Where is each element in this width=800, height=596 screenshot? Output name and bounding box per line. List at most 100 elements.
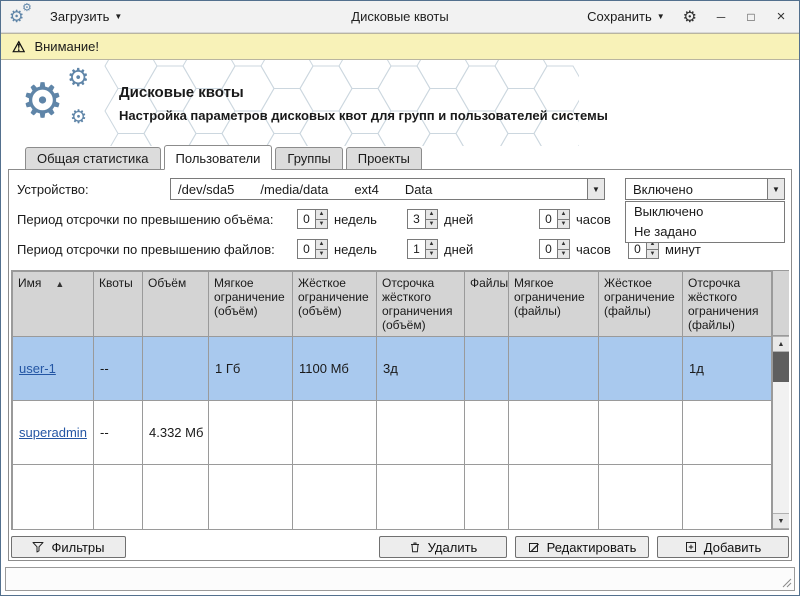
col-header-grace-volume[interactable]: Отсрочка жёсткого ограничения (объём) [377,272,465,337]
close-button[interactable]: × [771,8,791,25]
spin-down-icon[interactable]: ▼ [426,220,437,229]
table-row-superadmin[interactable]: superadmin -- 4.332 Мб [13,401,772,465]
user-link[interactable]: user-1 [19,361,56,376]
grace-volume-hours-spinner[interactable]: 0 ▲ ▼ [539,209,570,229]
spin-up-icon[interactable]: ▲ [558,240,569,250]
scrollbar-track[interactable] [773,382,789,513]
cell-name: superadmin [13,401,94,465]
scroll-up-button[interactable]: ▲ [773,336,789,352]
empty-cell [599,465,683,529]
spinner-value[interactable]: 0 [540,240,557,258]
cell [599,401,683,465]
col-header-files[interactable]: Файлы [465,272,509,337]
table-header-row: Имя▲ Квоты Объём Мягкое ограничение (объ… [13,272,772,337]
page-subtitle: Настройка параметров дисковых квот для г… [119,108,608,123]
quota-status-select[interactable]: Включено ▼ [625,178,785,200]
settings-gear-icon[interactable]: ⚙ [679,7,701,27]
tab-groups[interactable]: Группы [275,147,342,170]
gear-icon: ⚙ [70,108,87,127]
titlebar-right: Сохранить ▼ ⚙ ─ □ × [583,7,791,27]
spin-down-icon[interactable]: ▼ [558,250,569,259]
load-menu-button[interactable]: Загрузить ▼ [46,7,126,26]
device-fs: ext4 [354,182,379,197]
col-header-soft-volume[interactable]: Мягкое ограничение (объём) [209,272,293,337]
col-header-grace-files[interactable]: Отсрочка жёсткого ограничения (файлы) [683,272,772,337]
cell: 3д [377,337,465,401]
col-header-hard-volume[interactable]: Жёсткое ограничение (объём) [293,272,377,337]
chevron-down-icon[interactable]: ▼ [767,179,784,199]
empty-cell [143,465,209,529]
col-header-quotas[interactable]: Квоты [94,272,143,337]
spinner-value[interactable]: 0 [540,210,557,228]
spin-up-icon[interactable]: ▲ [558,210,569,220]
grace-files-days-spinner[interactable]: 1 ▲ ▼ [407,239,438,259]
col-header-soft-files[interactable]: Мягкое ограничение (файлы) [509,272,599,337]
cell [293,401,377,465]
option-disabled[interactable]: Выключено [626,202,784,222]
filters-button[interactable]: Фильтры [11,536,126,558]
spinner-value[interactable]: 1 [408,240,425,258]
empty-cell [209,465,293,529]
tab-users[interactable]: Пользователи [164,145,273,170]
trash-icon [409,541,421,553]
option-unset[interactable]: Не задано [626,222,784,242]
tab-projects[interactable]: Проекты [346,147,422,170]
gear-icon: ⚙ [67,66,89,91]
delete-button[interactable]: Удалить [379,536,507,558]
spin-up-icon[interactable]: ▲ [316,210,327,220]
col-header-volume[interactable]: Объём [143,272,209,337]
spin-down-icon[interactable]: ▼ [647,250,658,259]
load-menu-label: Загрузить [50,9,109,24]
edit-pencil-icon [528,541,540,553]
edit-button[interactable]: Редактировать [515,536,649,558]
col-header-name[interactable]: Имя▲ [13,272,94,337]
col-header-hard-files[interactable]: Жёсткое ограничение (файлы) [599,272,683,337]
grace-files-hours-spinner[interactable]: 0 ▲ ▼ [539,239,570,259]
user-link[interactable]: superadmin [19,425,87,440]
table-row-user-1[interactable]: user-1 -- 1 Гб 1100 Мб 3д 1д [13,337,772,401]
chevron-down-icon[interactable]: ▼ [587,179,604,199]
cell: 1д [683,337,772,401]
titlebar-left: ⚙ ⚙ Загрузить ▼ [9,5,126,29]
resize-grip[interactable] [782,578,792,588]
spin-down-icon[interactable]: ▼ [426,250,437,259]
spin-up-icon[interactable]: ▲ [426,240,437,250]
device-select[interactable]: /dev/sda5 /media/data ext4 Data ▼ [170,178,605,200]
device-volume-label: Data [405,182,432,197]
grace-volume-weeks-spinner[interactable]: 0 ▲ ▼ [297,209,328,229]
maximize-button[interactable]: □ [741,10,761,24]
spin-up-icon[interactable]: ▲ [316,240,327,250]
scrollbar-thumb[interactable] [773,352,789,382]
quota-table: Имя▲ Квоты Объём Мягкое ограничение (объ… [11,270,789,530]
spinner-value[interactable]: 0 [298,210,315,228]
sort-asc-icon[interactable]: ▲ [55,279,64,289]
delete-button-label: Удалить [428,540,478,555]
spinner-value[interactable]: 3 [408,210,425,228]
cell: 4.332 Мб [143,401,209,465]
cell: -- [94,401,143,465]
spin-down-icon[interactable]: ▼ [558,220,569,229]
grace-volume-days-spinner[interactable]: 3 ▲ ▼ [407,209,438,229]
page-title: Дисковые квоты [119,84,608,101]
unit-label: часов [576,242,628,257]
unit-label: недель [334,242,407,257]
empty-cell [377,465,465,529]
grace-files-weeks-spinner[interactable]: 0 ▲ ▼ [297,239,328,259]
quota-status-value: Включено [626,179,767,199]
scroll-down-button[interactable]: ▼ [773,513,789,529]
gears-logo-icon: ⚙ ⚙ ⚙ [19,65,111,141]
spinner-arrows: ▲ ▼ [315,240,327,258]
add-button[interactable]: Добавить [657,536,789,558]
minimize-button[interactable]: ─ [711,10,731,24]
spin-up-icon[interactable]: ▲ [426,210,437,220]
spin-down-icon[interactable]: ▼ [316,250,327,259]
scrollbar-header-cap [773,271,789,336]
users-panel: Устройство: /dev/sda5 /media/data ext4 D… [8,169,792,561]
quota-status-options: Выключено Не задано [625,201,785,243]
spin-down-icon[interactable]: ▼ [316,220,327,229]
vertical-scrollbar[interactable]: ▲ ▼ [772,271,789,529]
tab-general-stats[interactable]: Общая статистика [25,147,161,170]
save-menu-button[interactable]: Сохранить ▼ [583,7,669,26]
spinner-value[interactable]: 0 [298,240,315,258]
status-bar [5,567,795,591]
